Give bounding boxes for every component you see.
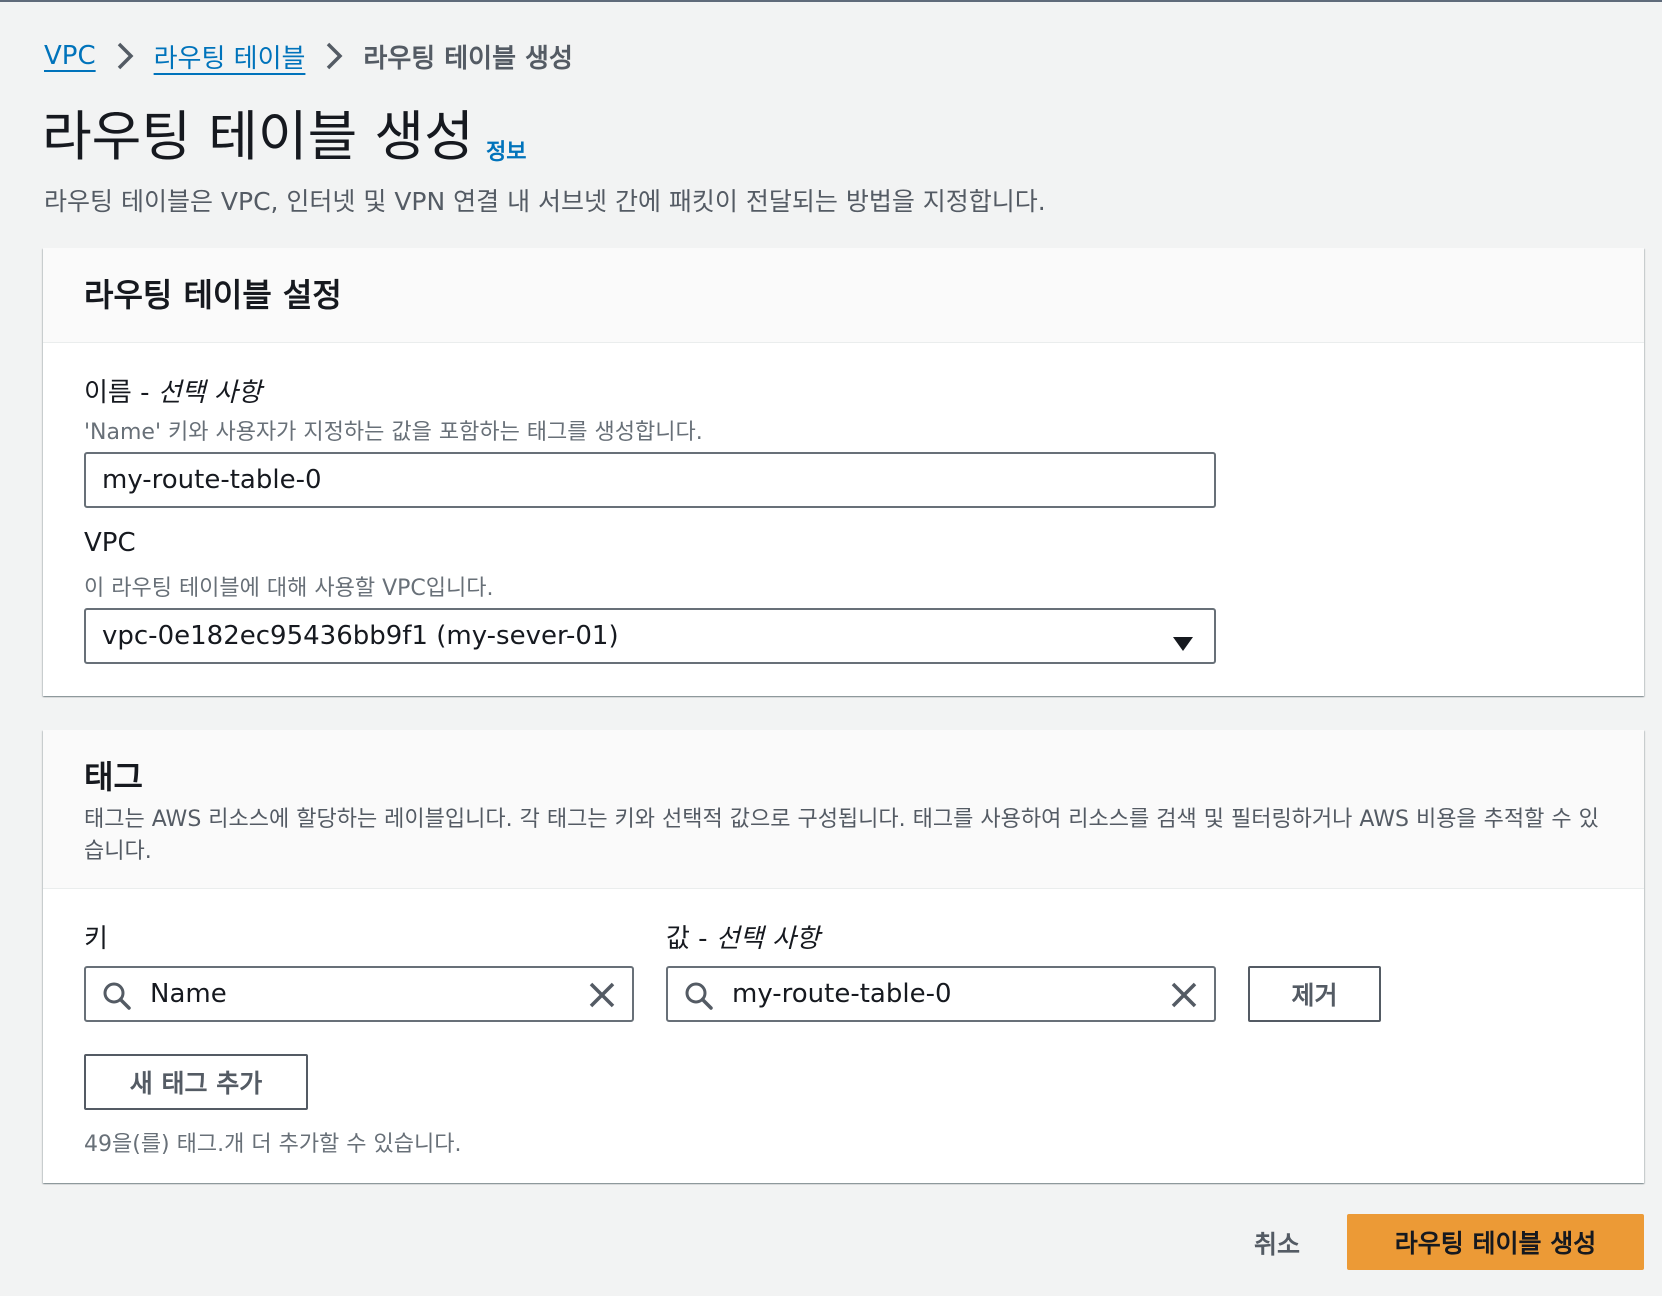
info-link[interactable]: 정보 bbox=[486, 134, 526, 166]
optional-label: 선택 사항 bbox=[715, 924, 820, 954]
page-description: 라우팅 테이블은 VPC, 인터넷 및 VPN 연결 내 서브넷 간에 패킷이 … bbox=[44, 187, 1046, 216]
name-field-label: 이름 - 선택 사항 bbox=[84, 372, 262, 409]
search-icon bbox=[102, 981, 132, 1018]
route-table-settings-panel: 라우팅 테이블 설정 이름 - 선택 사항 'Name' 키와 사용자가 지정하… bbox=[43, 248, 1644, 696]
remove-tag-button[interactable]: 제거 bbox=[1248, 966, 1381, 1022]
breadcrumb-route-tables-link[interactable]: 라우팅 테이블 bbox=[154, 38, 306, 75]
tag-key-input[interactable]: Name bbox=[84, 966, 634, 1022]
chevron-right-icon bbox=[96, 41, 154, 72]
name-field-hint: 'Name' 키와 사용자가 지정하는 값을 포함하는 태그를 생성합니다. bbox=[84, 420, 703, 445]
name-input[interactable]: my-route-table-0 bbox=[84, 452, 1216, 508]
caret-down-icon bbox=[1172, 629, 1194, 659]
chevron-right-icon bbox=[305, 41, 363, 72]
vpc-field-label: VPC bbox=[84, 528, 136, 558]
name-input-value: my-route-table-0 bbox=[102, 465, 322, 495]
panel-title: 라우팅 테이블 설정 bbox=[84, 276, 342, 314]
breadcrumb-current: 라우팅 테이블 생성 bbox=[363, 43, 573, 74]
vpc-select-value: vpc-0e182ec95436bb9f1 (my-sever-01) bbox=[102, 621, 619, 651]
breadcrumb-vpc-link[interactable]: VPC bbox=[44, 41, 96, 71]
create-route-table-button[interactable]: 라우팅 테이블 생성 bbox=[1347, 1214, 1644, 1270]
panel-header: 태그 태그는 AWS 리소스에 할당하는 레이블입니다. 각 태그는 키와 선택… bbox=[43, 730, 1644, 889]
breadcrumb: VPC 라우팅 테이블 라우팅 테이블 생성 bbox=[44, 36, 573, 76]
name-label-text: 이름 - bbox=[84, 378, 158, 408]
add-tag-button[interactable]: 새 태그 추가 bbox=[84, 1054, 308, 1110]
tag-key-value: Name bbox=[150, 979, 227, 1009]
tag-value-value: my-route-table-0 bbox=[732, 979, 952, 1009]
value-label-text: 값 - bbox=[666, 924, 716, 954]
key-label: 키 bbox=[84, 924, 108, 954]
panel-title: 태그 bbox=[84, 758, 143, 796]
tags-panel: 태그 태그는 AWS 리소스에 할당하는 레이블입니다. 각 태그는 키와 선택… bbox=[43, 730, 1644, 1183]
cancel-button[interactable]: 취소 bbox=[1254, 1225, 1300, 1261]
page-title: 라우팅 테이블 생성 bbox=[42, 105, 474, 168]
search-icon bbox=[684, 981, 714, 1018]
tags-description: 태그는 AWS 리소스에 할당하는 레이블입니다. 각 태그는 키와 선택적 값… bbox=[84, 807, 1599, 864]
value-label: 값 - 선택 사항 bbox=[666, 918, 820, 955]
panel-header: 라우팅 테이블 설정 bbox=[43, 248, 1644, 343]
remaining-tags-hint: 49을(를) 태그.개 더 추가할 수 있습니다. bbox=[84, 1132, 462, 1157]
optional-label: 선택 사항 bbox=[157, 378, 262, 408]
vpc-field-hint: 이 라우팅 테이블에 대해 사용할 VPC입니다. bbox=[84, 576, 494, 601]
vpc-select[interactable]: vpc-0e182ec95436bb9f1 (my-sever-01) bbox=[84, 608, 1216, 664]
top-border bbox=[0, 0, 1662, 2]
tag-value-input[interactable]: my-route-table-0 bbox=[666, 966, 1216, 1022]
close-icon[interactable] bbox=[1170, 981, 1198, 1016]
close-icon[interactable] bbox=[588, 981, 616, 1016]
